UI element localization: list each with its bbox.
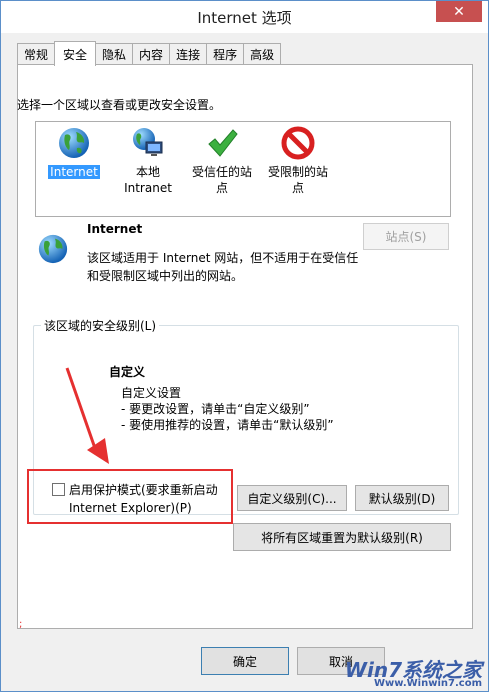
zone-restricted-sites[interactable]: 受限制的站 点 [262,126,334,196]
internet-options-window: Internet 选项 ✕ 常规 安全 隐私 内容 连接 程序 高级 选择一个区… [0,0,489,692]
zone-label: 受限制的站 [267,165,328,179]
zone-info-desc-line2: 和受限制区域中列出的网站。 [87,269,244,283]
zone-label-line2: Intranet [124,181,172,195]
zone-label: 本地 [135,165,160,179]
tab-advanced[interactable]: 高级 [243,43,282,65]
security-level-description: 自定义设置 - 要更改设置，请单击“自定义级别” - 要使用推荐的设置，请单击“… [121,385,334,433]
zone-prompt: 选择一个区域以查看或更改安全设置。 [17,98,222,112]
level-desc-line3: - 要使用推荐的设置，请单击“默认级别” [121,418,334,432]
ok-button[interactable]: 确定 [201,647,289,675]
close-icon: ✕ [453,3,465,20]
default-level-button[interactable]: 默认级别(D) [355,485,449,511]
tab-security[interactable]: 安全 [54,41,97,66]
tab-connections[interactable]: 连接 [169,43,208,65]
reset-all-zones-button[interactable]: 将所有区域重置为默认级别(R) [233,523,451,551]
zone-trusted-sites[interactable]: 受信任的站 点 [186,126,258,196]
zone-list: Internet 本地 Intranet 受信任的站 点 受限制的站 点 [35,121,451,217]
tab-strip: 常规 安全 隐私 内容 连接 程序 高级 [17,41,282,66]
zone-info-title: Internet [87,222,143,236]
zone-info-description: 该区域适用于 Internet 网站，但不适用于在受信任 和受限制区域中列出的网… [87,249,367,285]
intranet-icon [133,128,163,156]
level-desc-line1: 自定义设置 [121,386,182,400]
level-desc-line2: - 要更改设置，请单击“自定义级别” [121,402,310,416]
globe-icon [38,234,68,264]
globe-icon [59,128,89,158]
zone-internet[interactable]: Internet [38,126,110,180]
zone-label-line2: 点 [291,181,304,195]
security-level-label: 该区域的安全级别(L) [41,317,160,334]
sites-button[interactable]: 站点(S) [363,223,449,250]
tab-general[interactable]: 常规 [17,43,56,65]
zone-label-line2: 点 [215,181,228,195]
close-button[interactable]: ✕ [436,1,482,22]
red-arrow-annotation [65,367,109,464]
tab-privacy[interactable]: 隐私 [95,43,134,65]
protected-mode-label: 启用保护模式(要求重新启动 Internet Explorer)(P) [69,481,218,517]
custom-level-button[interactable]: 自定义级别(C)... [237,485,347,511]
protected-mode-label-line2: Internet Explorer)(P) [69,501,192,515]
zone-info-desc-line1: 该区域适用于 Internet 网站，但不适用于在受信任 [87,251,359,265]
zone-label: 受信任的站 [191,165,252,179]
watermark-url: Www.Winwin7.com [373,678,482,689]
checkmark-icon [208,129,238,157]
window-title: Internet 选项 [197,9,292,27]
zone-local-intranet[interactable]: 本地 Intranet [112,126,184,196]
red-mark: ; [19,619,23,630]
protected-mode-checkbox[interactable] [52,483,65,496]
restricted-icon [281,126,315,160]
protected-mode-label-line1: 启用保护模式(要求重新启动 [69,483,218,497]
title-bar: Internet 选项 ✕ [1,1,488,33]
tab-content[interactable]: 内容 [132,43,171,65]
zone-label: Internet [48,165,100,179]
tab-programs[interactable]: 程序 [206,43,245,65]
